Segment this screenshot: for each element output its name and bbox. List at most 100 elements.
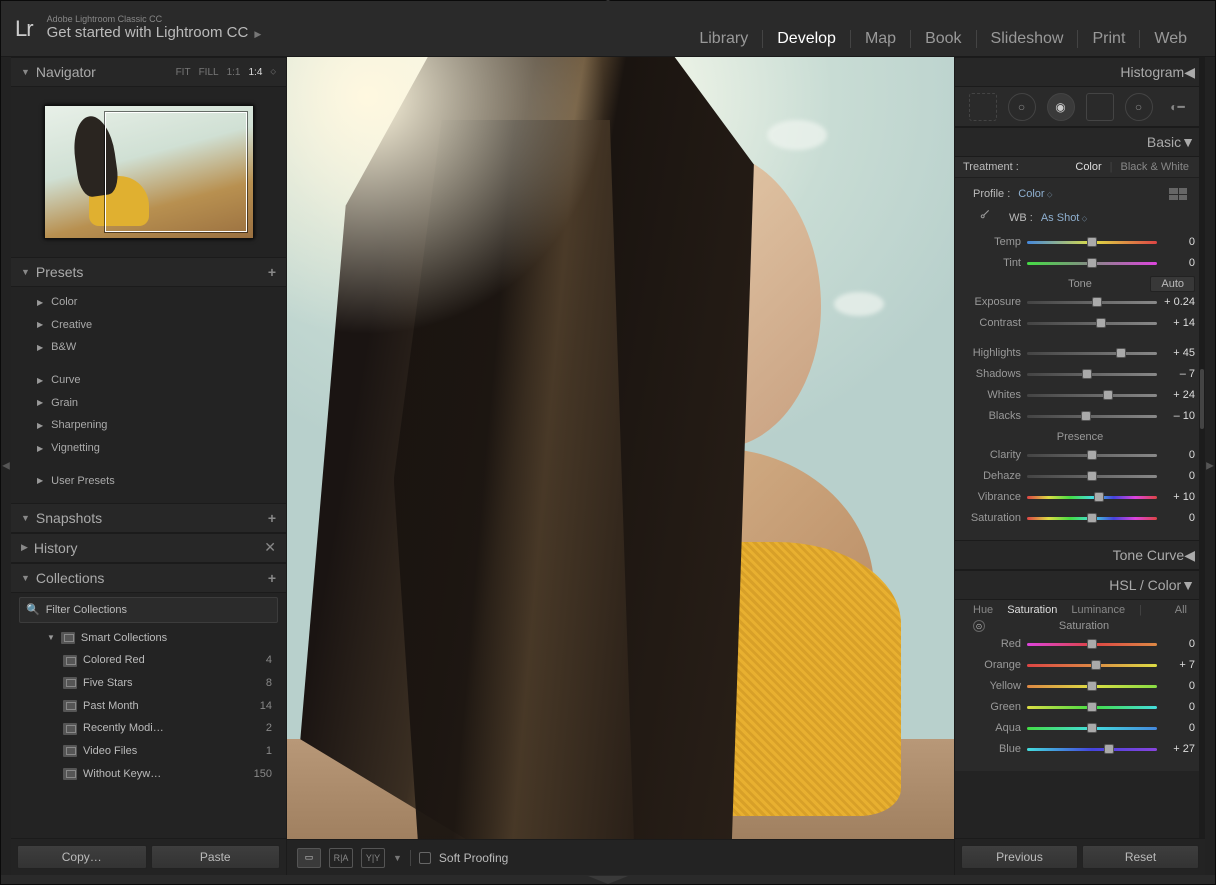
identity-plate[interactable]: Adobe Lightroom Classic CC Get started w… (47, 15, 262, 41)
before-after-yy-button[interactable]: Y|Y (361, 848, 385, 868)
add-preset-button[interactable]: + (268, 264, 276, 280)
slider-saturation[interactable] (1027, 512, 1157, 524)
slider-contrast[interactable] (1027, 317, 1157, 329)
module-map[interactable]: Map (850, 30, 910, 48)
slider-label-blacks: Blacks (965, 410, 1021, 422)
slider-temp[interactable] (1027, 236, 1157, 248)
add-collection-button[interactable]: + (268, 570, 276, 586)
slider-blue[interactable] (1027, 743, 1157, 755)
slider-whites[interactable] (1027, 389, 1157, 401)
before-after-ra-button[interactable]: R|A (329, 848, 353, 868)
module-web[interactable]: Web (1139, 30, 1201, 48)
slider-red[interactable] (1027, 638, 1157, 650)
preset-group[interactable]: ▶Creative (11, 314, 286, 337)
slider-vibrance[interactable] (1027, 491, 1157, 503)
collection-item[interactable]: Recently Modi…2 (11, 717, 286, 740)
collapse-left-handle[interactable]: ◀ (1, 57, 11, 875)
slider-highlights[interactable] (1027, 347, 1157, 359)
collection-item[interactable]: Without Keyw…150 (11, 763, 286, 786)
slider-green[interactable] (1027, 701, 1157, 713)
right-scrollbar-thumb[interactable] (1200, 369, 1204, 429)
slider-label-yellow: Yellow (965, 680, 1021, 692)
preset-group[interactable]: ▶Color (11, 291, 286, 314)
app-window: Lr Adobe Lightroom Classic CC Get starte… (0, 0, 1216, 885)
chevron-down-icon[interactable]: ▼ (393, 853, 402, 863)
preset-group[interactable]: ▶User Presets (11, 470, 286, 493)
collapse-right-handle[interactable]: ▶ (1205, 57, 1215, 875)
navigator-crop-frame[interactable] (105, 112, 247, 232)
slider-clarity[interactable] (1027, 449, 1157, 461)
profile-dropdown[interactable]: Color (1018, 188, 1052, 200)
soft-proof-checkbox[interactable] (419, 852, 431, 864)
clear-history-button[interactable]: ✕ (264, 539, 276, 556)
histogram-header[interactable]: Histogram◀ (955, 57, 1205, 87)
radial-filter-tool[interactable]: ○ (1125, 93, 1153, 121)
slider-value-green: 0 (1163, 701, 1195, 713)
brush-tool[interactable]: ◐━ (1164, 93, 1192, 121)
hsl-tab-lum[interactable]: Luminance (1071, 604, 1125, 616)
slider-dehaze[interactable] (1027, 470, 1157, 482)
hsl-tab-sat[interactable]: Saturation (1007, 604, 1057, 616)
slider-orange[interactable] (1027, 659, 1157, 671)
image-view[interactable] (286, 57, 955, 839)
slider-value-orange: + 7 (1163, 659, 1195, 671)
paste-button[interactable]: Paste (151, 845, 281, 869)
previous-button[interactable]: Previous (961, 845, 1078, 869)
slider-label-contrast: Contrast (965, 317, 1021, 329)
preset-group[interactable]: ▶Sharpening (11, 414, 286, 437)
preset-group[interactable]: ▶B&W (11, 336, 286, 359)
smart-collections-group[interactable]: ▼Smart Collections (11, 627, 286, 650)
collapse-bottom-handle[interactable] (588, 876, 628, 884)
module-print[interactable]: Print (1077, 30, 1139, 48)
module-slideshow[interactable]: Slideshow (976, 30, 1078, 48)
hsl-tab-hue[interactable]: Hue (973, 604, 993, 616)
collection-item[interactable]: Video Files1 (11, 740, 286, 763)
snapshots-header[interactable]: ▼Snapshots+ (11, 503, 286, 533)
grad-filter-tool[interactable] (1086, 93, 1114, 121)
tone-curve-header[interactable]: Tone Curve◀ (955, 540, 1205, 570)
loupe-view-button[interactable]: ▭ (297, 848, 321, 868)
treatment-bw[interactable]: Black & White (1113, 161, 1197, 173)
slider-shadows[interactable] (1027, 368, 1157, 380)
collection-item[interactable]: Colored Red4 (11, 649, 286, 672)
profile-browser-button[interactable] (1169, 188, 1187, 200)
collections-header[interactable]: ▼Collections+ (11, 563, 286, 593)
slider-yellow[interactable] (1027, 680, 1157, 692)
module-develop[interactable]: Develop (762, 30, 850, 48)
redeye-tool[interactable]: ◉ (1047, 93, 1075, 121)
module-library[interactable]: Library (685, 30, 762, 48)
preset-group[interactable]: ▶Curve (11, 369, 286, 392)
collections-filter-input[interactable]: 🔍 Filter Collections (19, 597, 278, 623)
slider-exposure[interactable] (1027, 296, 1157, 308)
preset-group[interactable]: ▶Vignetting (11, 437, 286, 460)
auto-tone-button[interactable]: Auto (1150, 276, 1195, 292)
reset-button[interactable]: Reset (1082, 845, 1199, 869)
slider-value-dehaze: 0 (1163, 470, 1195, 482)
hsl-tab-all[interactable]: All (1175, 604, 1187, 616)
collection-item[interactable]: Five Stars8 (11, 672, 286, 695)
hsl-header[interactable]: HSL / Color▼ (955, 570, 1205, 600)
slider-blacks[interactable] (1027, 410, 1157, 422)
wb-dropdown[interactable]: As Shot (1041, 212, 1087, 224)
collection-item[interactable]: Past Month14 (11, 695, 286, 718)
slider-tint[interactable] (1027, 257, 1157, 269)
navigator-zoom-options[interactable]: FITFILL1:11:4⬦ (176, 67, 276, 78)
treatment-color[interactable]: Color (1067, 161, 1109, 173)
presets-header[interactable]: ▼Presets+ (11, 257, 286, 287)
preset-group[interactable]: ▶Grain (11, 392, 286, 415)
copy-button[interactable]: Copy… (17, 845, 147, 869)
history-header[interactable]: ▶History✕ (11, 533, 286, 563)
add-snapshot-button[interactable]: + (268, 510, 276, 526)
folder-icon (61, 632, 75, 644)
navigator-header[interactable]: ▼ Navigator FITFILL1:11:4⬦ (11, 57, 286, 87)
spot-tool[interactable]: ○ (1008, 93, 1036, 121)
basic-header[interactable]: Basic▼ (955, 127, 1205, 157)
app-logo: Lr (15, 16, 33, 42)
wb-eyedropper[interactable]: ⊸ (969, 204, 997, 232)
navigator-thumbnail[interactable] (44, 105, 254, 239)
tool-strip: ○ ◉ ○ ◐━ (955, 87, 1205, 127)
target-adjust-button[interactable]: ⊙ (973, 620, 985, 632)
slider-aqua[interactable] (1027, 722, 1157, 734)
crop-tool[interactable] (969, 93, 997, 121)
module-book[interactable]: Book (910, 30, 975, 48)
